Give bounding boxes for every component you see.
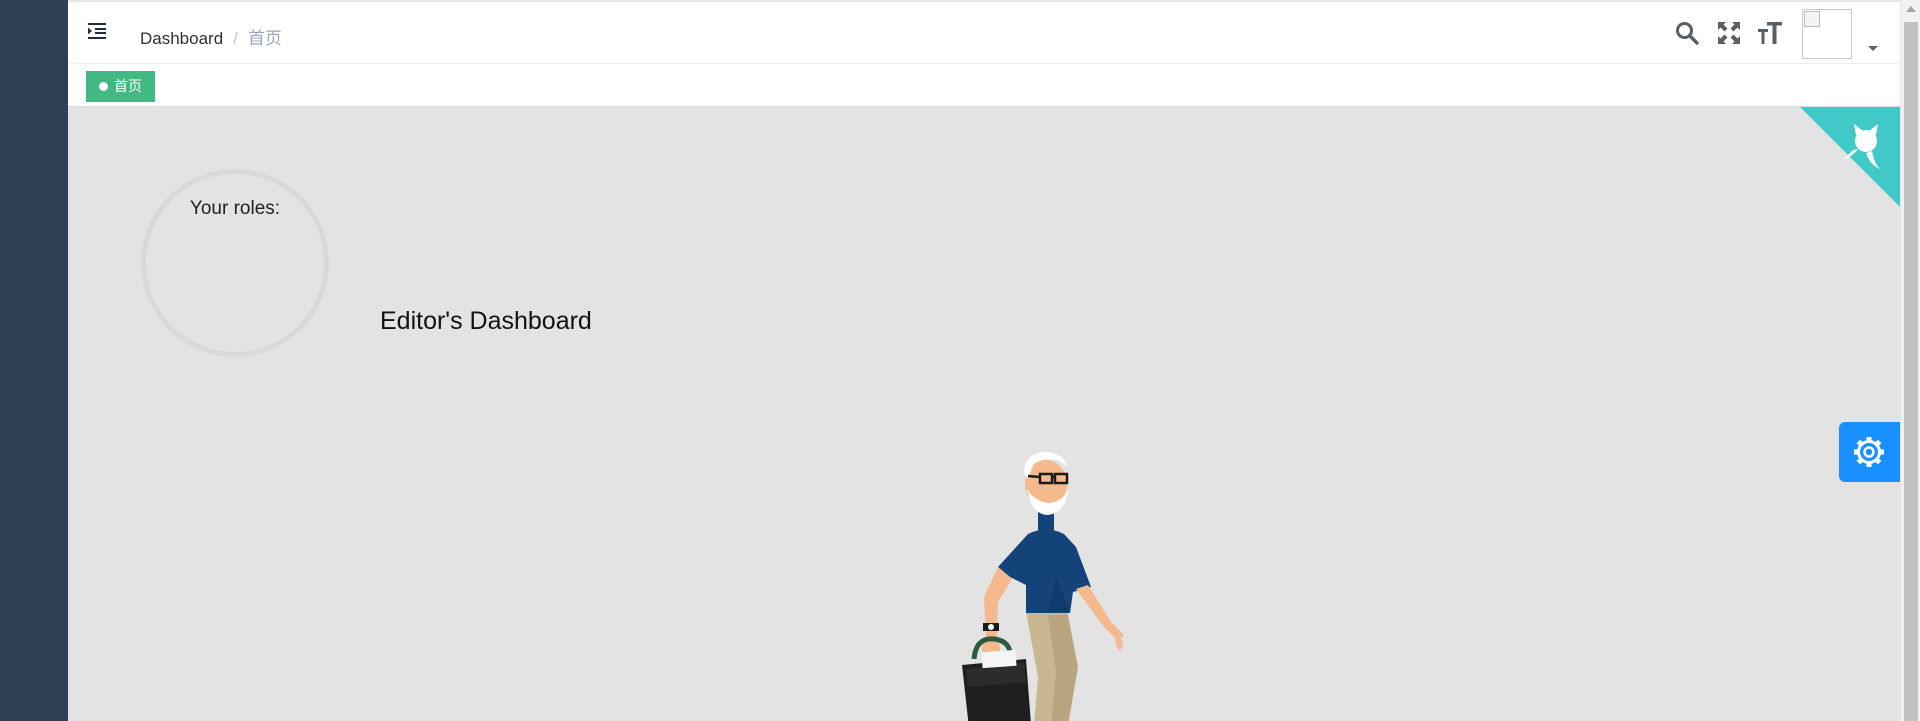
sidebar xyxy=(0,0,68,721)
avatar[interactable] xyxy=(1802,9,1852,59)
scrollbar-thumb[interactable] xyxy=(1904,22,1918,721)
fullscreen-icon[interactable] xyxy=(1716,20,1742,46)
settings-button[interactable] xyxy=(1839,422,1900,482)
scroll-up-arrow-icon[interactable] xyxy=(1906,6,1916,12)
navbar: Dashboard / 首页 xyxy=(68,0,1900,64)
dashboard-title: Editor's Dashboard xyxy=(380,307,592,335)
breadcrumb-dashboard[interactable]: Dashboard xyxy=(140,29,223,48)
broken-image-icon xyxy=(1804,11,1820,27)
tag-home[interactable]: 首页 xyxy=(86,71,155,102)
breadcrumb: Dashboard / 首页 xyxy=(140,24,282,49)
roles-label: Your roles: xyxy=(189,198,281,219)
dashboard-content: Your roles: Editor's Dashboard xyxy=(68,107,1900,721)
tag-label: 首页 xyxy=(114,78,142,94)
active-dot-icon xyxy=(99,82,108,91)
hamburger-icon[interactable] xyxy=(86,20,108,42)
vertical-scrollbar[interactable] xyxy=(1900,0,1920,721)
breadcrumb-separator: / xyxy=(233,29,238,48)
caret-down-icon[interactable] xyxy=(1868,46,1878,51)
search-icon[interactable] xyxy=(1674,20,1700,46)
roles-circle: Your roles: xyxy=(141,169,329,357)
github-corner[interactable] xyxy=(1800,107,1900,207)
breadcrumb-current: 首页 xyxy=(247,29,282,48)
tags-view: 首页 xyxy=(68,64,1900,107)
walking-man-illustration xyxy=(962,452,1124,721)
main-container: Dashboard / 首页 首页 Your roles: Editor's D… xyxy=(68,0,1900,721)
gear-icon xyxy=(1854,437,1884,467)
font-size-icon[interactable] xyxy=(1757,20,1783,46)
